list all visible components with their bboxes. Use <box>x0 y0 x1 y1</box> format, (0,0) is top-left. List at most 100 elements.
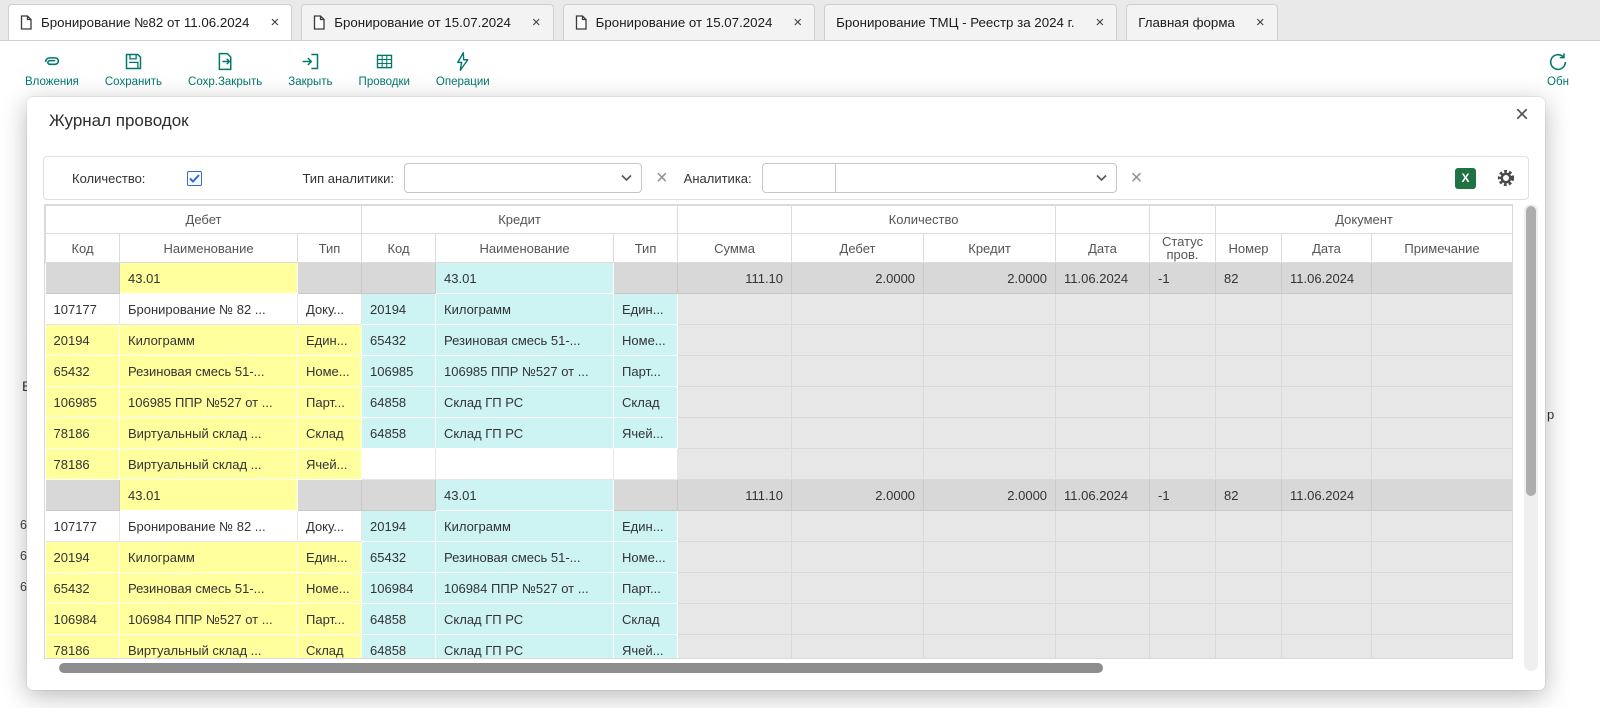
table-cell[interactable] <box>792 387 924 418</box>
table-cell[interactable]: 106985 ППР №527 от ... <box>436 356 614 387</box>
table-cell[interactable]: 2.0000 <box>792 263 924 294</box>
vertical-scrollbar[interactable] <box>1524 204 1538 671</box>
table-cell[interactable] <box>1372 418 1513 449</box>
toolbar-button[interactable]: Сохранить <box>92 41 175 97</box>
table-cell[interactable] <box>436 449 614 480</box>
table-cell[interactable]: 106985 <box>46 387 120 418</box>
table-cell[interactable] <box>1282 387 1372 418</box>
table-cell[interactable] <box>924 325 1056 356</box>
table-cell[interactable] <box>1372 604 1513 635</box>
horizontal-scrollbar[interactable] <box>44 662 1513 674</box>
table-cell[interactable]: Склад ГП РС <box>436 604 614 635</box>
table-row-doc[interactable]: 107177Бронирование № 82 ...Доку...20194К… <box>46 294 1513 325</box>
toolbar-button[interactable]: Операции <box>423 41 503 97</box>
table-cell[interactable] <box>1056 635 1150 660</box>
table-cell[interactable] <box>924 449 1056 480</box>
table-cell[interactable]: 106984 <box>362 573 436 604</box>
table-cell[interactable]: 65432 <box>362 542 436 573</box>
table-cell[interactable] <box>1056 511 1150 542</box>
table-cell[interactable] <box>614 449 678 480</box>
table-cell[interactable]: Парт... <box>614 573 678 604</box>
horizontal-scrollbar-thumb[interactable] <box>59 663 1103 673</box>
table-cell[interactable] <box>1216 604 1282 635</box>
table-cell[interactable] <box>1372 356 1513 387</box>
settings-gear-icon[interactable] <box>1496 168 1516 188</box>
table-cell[interactable] <box>1150 542 1216 573</box>
table-cell[interactable]: 65432 <box>46 573 120 604</box>
table-cell[interactable] <box>1372 635 1513 660</box>
table-cell[interactable]: Килограмм <box>120 542 298 573</box>
table-cell[interactable] <box>1216 325 1282 356</box>
table-cell[interactable] <box>792 635 924 660</box>
table-cell[interactable]: 106984 ППР №527 от ... <box>436 573 614 604</box>
table-cell[interactable] <box>1372 573 1513 604</box>
vertical-scrollbar-thumb[interactable] <box>1526 206 1536 496</box>
tab[interactable]: Бронирование ТМЦ - Реестр за 2024 г.× <box>824 4 1117 40</box>
table-cell[interactable]: 43.01 <box>120 480 298 511</box>
table-cell[interactable] <box>362 449 436 480</box>
table-cell[interactable]: 43.01 <box>436 480 614 511</box>
table-cell[interactable] <box>614 263 678 294</box>
table-cell[interactable] <box>792 294 924 325</box>
table-cell[interactable] <box>792 449 924 480</box>
table-cell[interactable]: 11.06.2024 <box>1282 480 1372 511</box>
table-cell[interactable]: Склад ГП РС <box>436 418 614 449</box>
tab[interactable]: Бронирование от 15.07.2024× <box>301 4 553 40</box>
table-cell[interactable] <box>1216 387 1282 418</box>
table-cell[interactable] <box>924 604 1056 635</box>
table-cell[interactable]: 65432 <box>46 356 120 387</box>
table-cell[interactable]: 82 <box>1216 263 1282 294</box>
table-cell[interactable]: Резиновая смесь 51-... <box>120 573 298 604</box>
table-cell[interactable] <box>1150 387 1216 418</box>
table-cell[interactable] <box>1056 573 1150 604</box>
analytics-type-select[interactable] <box>404 163 642 193</box>
table-row-detail[interactable]: 78186Виртуальный склад ...Склад64858Скла… <box>46 635 1513 660</box>
table-cell[interactable]: Един... <box>298 325 362 356</box>
table-cell[interactable] <box>792 604 924 635</box>
table-cell[interactable] <box>46 480 120 511</box>
table-cell[interactable]: 82 <box>1216 480 1282 511</box>
table-cell[interactable]: 107177 <box>46 294 120 325</box>
table-cell[interactable]: Килограмм <box>436 511 614 542</box>
toolbar-button[interactable]: Сохр.Закрыть <box>175 41 275 97</box>
table-cell[interactable] <box>1282 542 1372 573</box>
table-cell[interactable] <box>1150 573 1216 604</box>
table-cell[interactable] <box>924 573 1056 604</box>
table-cell[interactable]: Номе... <box>298 356 362 387</box>
table-cell[interactable]: Номе... <box>614 542 678 573</box>
table-cell[interactable] <box>1056 542 1150 573</box>
table-cell[interactable] <box>1372 449 1513 480</box>
table-cell[interactable]: 64858 <box>362 635 436 660</box>
table-cell[interactable]: 20194 <box>46 325 120 356</box>
table-cell[interactable] <box>1216 573 1282 604</box>
table-cell[interactable]: Килограмм <box>120 325 298 356</box>
table-cell[interactable]: 106984 ППР №527 от ... <box>120 604 298 635</box>
table-cell[interactable] <box>1216 511 1282 542</box>
table-row-summary[interactable]: 43.0143.01111.102.00002.000011.06.2024-1… <box>46 263 1513 294</box>
excel-export-icon[interactable]: X <box>1455 168 1476 189</box>
table-cell[interactable] <box>1282 604 1372 635</box>
table-cell[interactable] <box>678 418 792 449</box>
table-cell[interactable] <box>1056 356 1150 387</box>
table-cell[interactable] <box>1056 604 1150 635</box>
table-row-detail[interactable]: 65432Резиновая смесь 51-...Номе...106984… <box>46 573 1513 604</box>
table-cell[interactable]: Склад <box>614 604 678 635</box>
table-cell[interactable] <box>1282 449 1372 480</box>
table-cell[interactable]: Номе... <box>298 573 362 604</box>
table-cell[interactable] <box>1150 449 1216 480</box>
table-cell[interactable]: 65432 <box>362 325 436 356</box>
table-cell[interactable]: 78186 <box>46 449 120 480</box>
table-cell[interactable] <box>924 294 1056 325</box>
table-cell[interactable] <box>792 542 924 573</box>
table-cell[interactable]: Виртуальный склад ... <box>120 449 298 480</box>
table-cell[interactable] <box>1282 356 1372 387</box>
toolbar-button[interactable]: Вложения <box>12 41 92 97</box>
table-cell[interactable]: Парт... <box>614 356 678 387</box>
table-cell[interactable] <box>298 480 362 511</box>
table-cell[interactable]: 43.01 <box>120 263 298 294</box>
table-cell[interactable] <box>1282 511 1372 542</box>
table-cell[interactable]: Резиновая смесь 51-... <box>120 356 298 387</box>
table-cell[interactable] <box>678 604 792 635</box>
table-cell[interactable]: Виртуальный склад ... <box>120 418 298 449</box>
tab-close-icon[interactable]: × <box>532 14 541 31</box>
